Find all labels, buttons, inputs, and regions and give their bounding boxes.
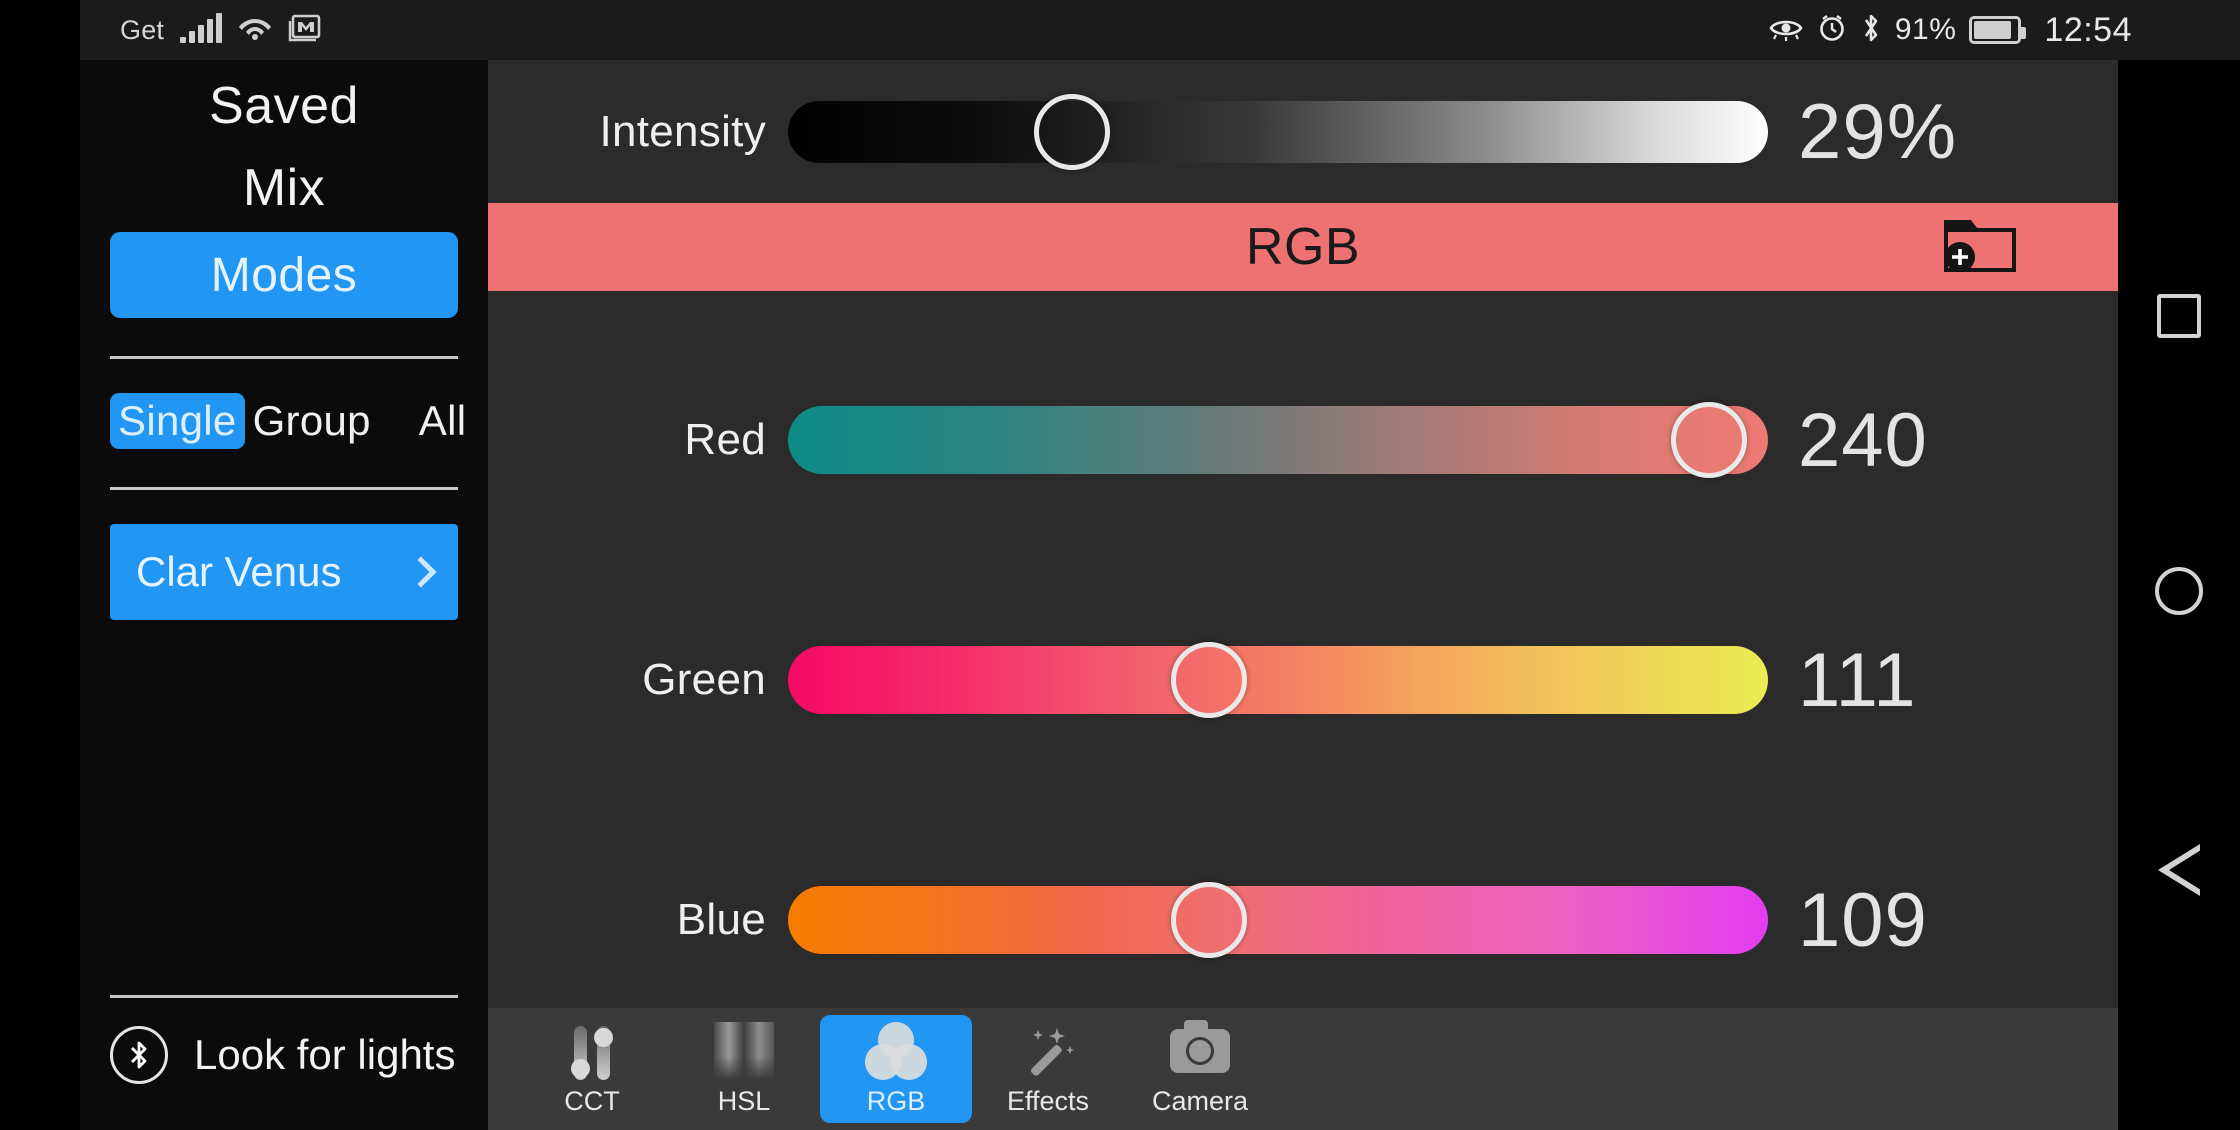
tab-cct-label: CCT [564,1086,620,1116]
device-item-clar-venus[interactable]: Clar Venus [110,524,458,620]
blue-row: Blue 109 [488,860,2118,980]
tab-hsl-label: HSL [717,1086,771,1116]
bottom-tab-bar: CCT HSL RGB Effects Camera [488,1008,2118,1130]
scope-option-all[interactable]: All [411,393,475,449]
modes-button[interactable]: Modes [110,232,458,318]
intensity-value: 29% [1798,87,1958,175]
circle-icon[interactable] [2155,566,2203,615]
blue-slider[interactable] [788,882,1768,958]
status-bar-right: 91% 12:54 [1768,0,2132,60]
main-panel: Intensity 29% RGB Red 240 Green 111 Blue… [488,60,2118,1130]
modes-button-label: Modes [210,248,358,302]
folder-add-icon[interactable] [1938,216,2022,278]
tab-rgb[interactable]: RGB [820,1015,972,1123]
carrier-label: Get [120,14,165,45]
blue-label: Blue [676,895,766,944]
scope-option-group[interactable]: Group [245,393,379,449]
hsl-gradient-icon [714,1020,774,1082]
red-slider[interactable] [788,402,1768,478]
status-bar-left: Get [120,0,322,60]
chevron-right-icon [405,556,437,588]
tab-effects-label: Effects [1006,1086,1090,1116]
red-slider-thumb[interactable] [1671,402,1748,478]
battery-icon [1969,16,2027,44]
look-for-lights-label: Look for lights [194,1031,456,1078]
green-value: 111 [1798,637,1917,723]
tab-camera[interactable]: Camera [1124,1015,1276,1123]
green-slider-thumb[interactable] [1171,642,1248,718]
mail-icon [288,13,322,48]
saved-label: Saved [209,77,359,135]
device-name-label: Clar Venus [136,548,342,595]
sidebar: Saved Mix Modes Single Group All Clar Ve… [80,60,488,1130]
sidebar-divider-mid [110,487,458,490]
rgb-circles-icon [865,1020,927,1082]
status-bar: Get 91% 12:54 [0,0,2240,60]
blue-value: 109 [1798,877,1928,963]
triangle-back-icon[interactable] [2158,843,2201,896]
clock-label: 12:54 [2044,10,2132,49]
mode-header-bar: RGB [488,203,2118,291]
alarm-icon [1817,13,1847,48]
battery-percent-label: 91% [1894,13,1957,46]
cct-sliders-icon [571,1020,613,1082]
blue-slider-thumb[interactable] [1171,882,1248,958]
green-label: Green [642,655,766,704]
scope-option-single[interactable]: Single [110,393,245,449]
sidebar-divider-top [110,356,458,359]
look-for-lights-button[interactable]: Look for lights [110,1026,458,1084]
signal-bars-icon [180,13,223,43]
scope-selector: Single Group All [110,393,466,449]
wifi-icon [238,15,272,46]
mix-label: Mix [242,159,326,217]
status-bar-notch [0,0,80,60]
intensity-slider-thumb[interactable] [1034,93,1111,170]
intensity-slider[interactable] [788,93,1768,170]
square-icon[interactable] [2157,294,2201,339]
magic-wand-icon [1017,1020,1079,1082]
red-label: Red [684,415,766,464]
tab-camera-label: Camera [1151,1086,1249,1116]
tab-rgb-label: RGB [866,1086,926,1116]
bluetooth-scan-icon [110,1026,168,1084]
red-row: Red 240 [488,380,2118,500]
intensity-row: Intensity 29% [488,60,2118,203]
mode-title-label: RGB [1245,218,1361,276]
phone-screen: Get 91% 12:54 Saved Mix Modes Single Gro… [0,0,2240,1130]
green-slider[interactable] [788,642,1768,718]
tab-cct[interactable]: CCT [516,1015,668,1123]
tab-hsl[interactable]: HSL [668,1015,820,1123]
red-value: 240 [1798,397,1928,483]
bluetooth-icon [1860,12,1882,49]
intensity-label: Intensity [599,106,766,156]
camera-icon [1170,1020,1230,1082]
system-nav-bar [2118,60,2240,1130]
eye-comfort-icon [1768,15,1804,46]
sidebar-divider-bottom [110,995,458,998]
tab-effects[interactable]: Effects [972,1015,1124,1123]
green-row: Green 111 [488,620,2118,740]
